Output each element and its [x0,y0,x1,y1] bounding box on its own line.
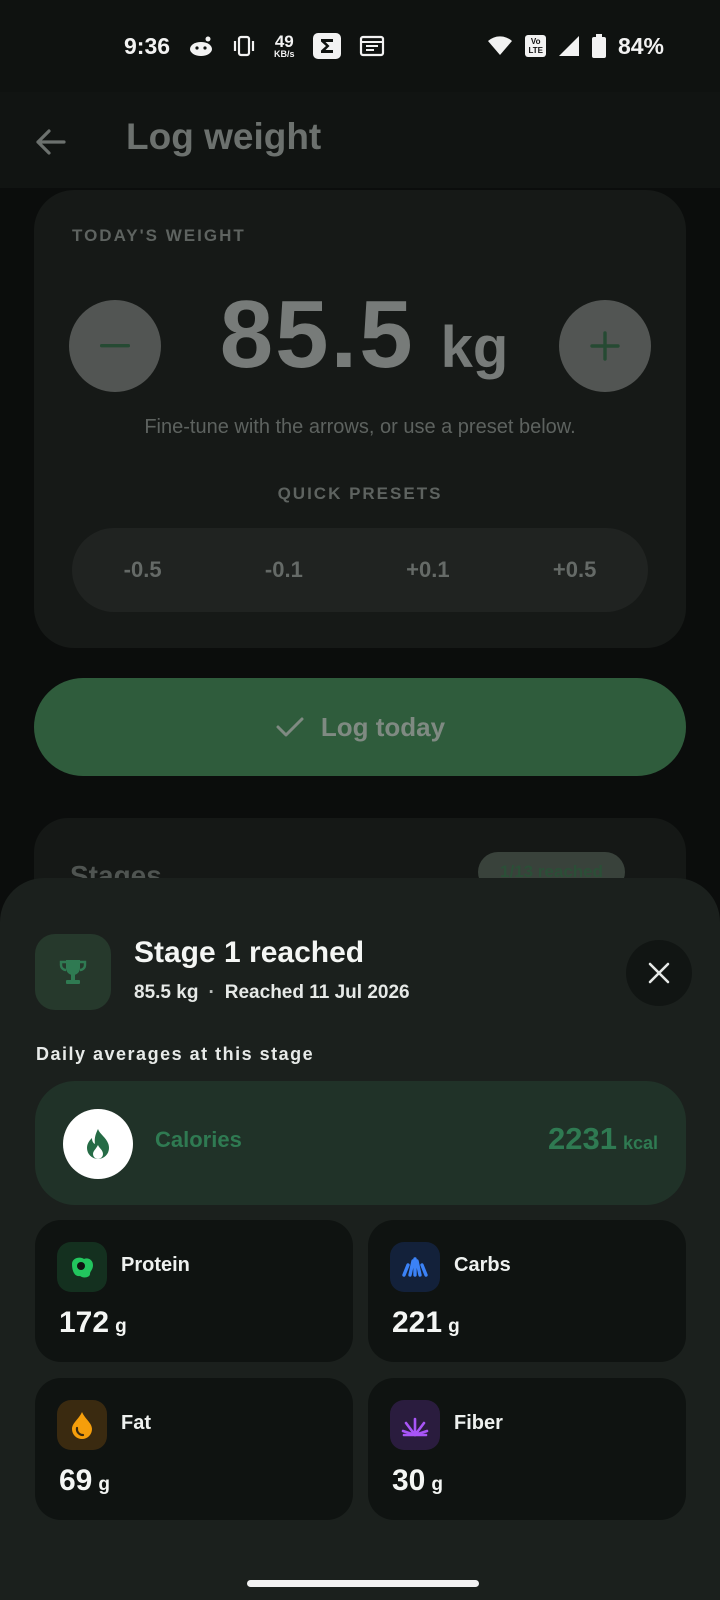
preset-minus-0-1[interactable]: -0.1 [249,547,319,593]
quick-presets-title: QUICK PRESETS [277,484,443,503]
sigma-app-icon [312,33,341,59]
carbs-value: 221 g [392,1306,460,1339]
app-bar: Log weight [0,92,720,188]
separator-dot: · [208,982,215,1003]
weight-readout: 85.5 kg [174,280,554,390]
page-title: Log weight [126,116,322,157]
quick-presets-bar: -0.5 -0.1 +0.1 +0.5 [72,528,648,612]
fat-card: Fat 69 g [35,1378,353,1520]
increase-weight-button[interactable] [559,300,651,392]
signal-icon [558,35,580,57]
wifi-icon [487,36,513,56]
fat-badge [57,1400,107,1450]
preset-plus-0-1[interactable]: +0.1 [390,547,465,593]
todays-weight-card: TODAY'S WEIGHT 85.5 kg Fine-tune with th… [34,190,686,648]
minus-icon [100,344,130,348]
trophy-badge [35,934,111,1010]
weight-value: 85.5 [219,281,415,388]
fiber-card: Fiber 30 g [368,1378,686,1520]
daily-averages-label: Daily averages at this stage [36,1044,315,1064]
arrow-left-icon [36,129,66,155]
calories-card: Calories 2231 kcal [35,1081,686,1205]
stage-reached-date: Reached 11 Jul 2026 [224,982,410,1003]
reddit-notification-icon [188,35,214,57]
weight-unit: kg [440,315,509,380]
calories-unit: kcal [622,1133,658,1153]
fiber-label: Fiber [454,1412,503,1434]
decrease-weight-button[interactable] [69,300,161,392]
protein-value: 172 g [59,1306,127,1339]
fat-label: Fat [121,1412,151,1434]
protein-card: Protein 172 g [35,1220,353,1362]
vibrate-icon [232,35,256,57]
todays-weight-label: TODAY'S WEIGHT [72,226,246,245]
calories-number: 2231 [547,1121,617,1156]
net-speed-indicator: 49 KB/s [274,32,295,59]
close-button[interactable] [626,940,692,1006]
log-today-button[interactable]: Log today [34,678,686,776]
stage-title: Stage 1 reached [134,936,365,969]
fat-value: 69 g [59,1464,110,1497]
protein-label: Protein [121,1254,190,1276]
stage-weight: 85.5 kg [134,982,199,1003]
status-bar: 9:36 49 KB/s Vo LTE 84% [0,0,720,92]
log-today-label: Log today [320,711,446,742]
stage-reached-sheet: Stage 1 reached 85.5 kg · Reached 11 Jul… [0,878,720,1600]
calories-label: Calories [155,1127,242,1152]
battery-percent: 84% [617,32,664,59]
carbs-icon [402,1257,428,1277]
calories-badge [63,1109,133,1179]
battery-icon [591,34,606,58]
trophy-icon [59,960,87,984]
carbs-badge [390,1242,440,1292]
close-icon [648,962,670,984]
calendar-app-icon [359,35,385,57]
protein-icon [72,1257,93,1278]
status-time: 9:36 [124,32,171,59]
home-indicator[interactable] [247,1580,479,1587]
plus-icon [590,331,620,361]
check-icon [276,717,304,737]
calories-value: 2231 kcal [548,1121,658,1157]
preset-minus-0-5[interactable]: -0.5 [108,547,178,593]
preset-plus-0-5[interactable]: +0.5 [537,547,612,593]
fiber-value: 30 g [392,1464,443,1497]
back-button[interactable] [30,122,70,162]
volte-icon: Vo LTE [525,35,546,57]
protein-badge [57,1242,107,1292]
fiber-badge [390,1400,440,1450]
stage-subtitle: 85.5 kg · Reached 11 Jul 2026 [134,982,410,1004]
carbs-label: Carbs [454,1254,511,1276]
carbs-card: Carbs 221 g [368,1220,686,1362]
fat-icon [72,1412,92,1439]
fine-tune-hint: Fine-tune with the arrows, or use a pres… [144,416,576,438]
flame-icon [87,1129,109,1159]
fiber-icon [401,1417,429,1437]
